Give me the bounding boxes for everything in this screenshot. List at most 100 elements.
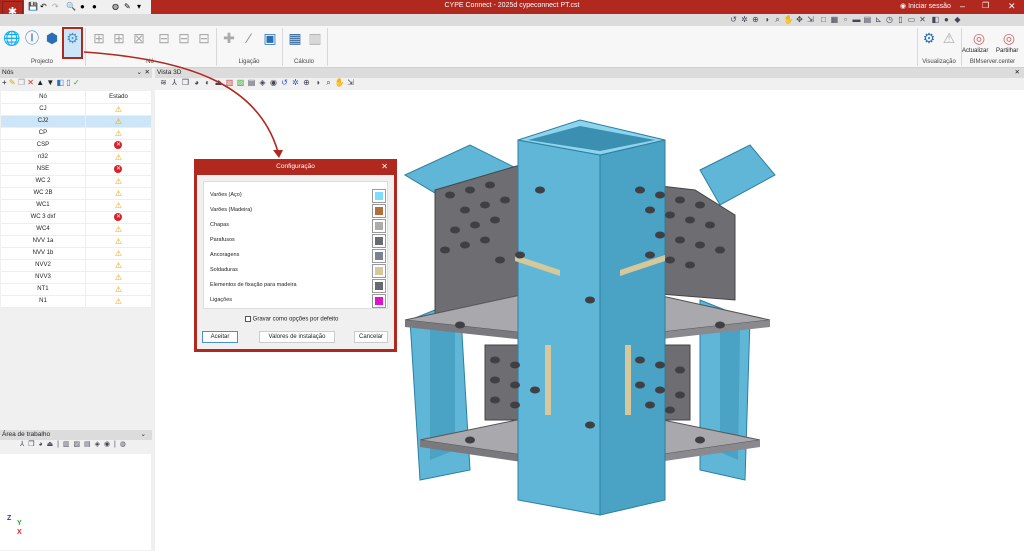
bolt [635, 381, 645, 389]
render-mode-icon[interactable]: ◕ [191, 78, 202, 87]
import-icon[interactable]: ◧ [57, 78, 65, 87]
zoom-icon[interactable]: ⌕ [323, 78, 334, 88]
plane-icon[interactable]: ▨ [235, 78, 246, 87]
installation-defaults-button[interactable]: Valores de instalação [259, 331, 335, 343]
table-row[interactable]: WC 3 dxf ✕ [1, 211, 153, 224]
box-icon[interactable]: ❒ [180, 78, 191, 87]
move-down-icon[interactable]: ▼ [46, 78, 54, 87]
color-swatch[interactable] [372, 204, 386, 218]
paint-icon[interactable]: ✎ [124, 2, 131, 11]
actualizar-button[interactable]: Actualizar [962, 48, 988, 54]
base-icon[interactable]: ⏏ [213, 78, 224, 87]
settings-gear-button[interactable]: ⚙ [62, 27, 83, 59]
color-swatch[interactable] [372, 219, 386, 233]
warnings-icon[interactable]: ⚠ [940, 29, 958, 47]
table-row[interactable]: n32 ⚠ [1, 151, 153, 164]
table-row[interactable]: CP ⚠ [1, 127, 153, 140]
minimize-button[interactable]: – [960, 1, 965, 11]
table-row[interactable]: CJ2 ⚠ [1, 115, 153, 128]
cube-icon[interactable]: ⬢ [43, 29, 61, 47]
update-bim-icon[interactable]: ◎ [970, 29, 988, 47]
color-swatch[interactable] [372, 279, 386, 293]
rotate-icon[interactable]: ↺ [279, 78, 290, 87]
node-tool-3-icon[interactable]: ⊟ [195, 29, 213, 47]
customize-icon[interactable]: ▾ [137, 2, 141, 11]
close-view-icon[interactable]: ✕ [1015, 68, 1020, 78]
delete-icon[interactable]: ✕ [27, 78, 34, 87]
connection-view-icon[interactable]: ▣ [261, 29, 279, 47]
save-defaults-checkbox[interactable]: Gravar como opções por defeito [245, 316, 338, 323]
table-row[interactable]: N1 ⚠ [1, 295, 153, 308]
table-row[interactable]: NT1 ⚠ [1, 283, 153, 296]
stack-icon[interactable]: ▤ [246, 78, 257, 87]
bolt [585, 296, 595, 304]
table-row[interactable]: NVV3 ⚠ [1, 271, 153, 284]
zoom-window-icon[interactable]: ⊕ [301, 78, 312, 87]
close-panel-icon[interactable]: ✕ [145, 68, 150, 78]
color-icon[interactable]: ◍ [112, 2, 119, 11]
calculator-icon[interactable]: ▦ [286, 29, 304, 47]
section-icon[interactable]: ▥ [224, 78, 235, 87]
share-bim-icon[interactable]: ◎ [1000, 29, 1018, 47]
zoom-icon[interactable]: 🔍 [66, 2, 76, 11]
work-area-toolbar[interactable]: ⅄ ❒ ◕ ⏏ | ▥ ▨ ▤ ◈ ◉ | ◍ [20, 440, 127, 448]
pencil-icon[interactable]: ✎ [9, 78, 16, 87]
globe-icon[interactable]: 🌐 [3, 29, 21, 47]
eye-icon[interactable]: ◉ [268, 78, 279, 87]
view-tools-icon[interactable]: ↺ ✲ ⊕ ◑ ⌕ ✋ ✥ ⇲ □ ▦ ▫ ▬ ▤ ⊾ ◷ ▯ ▭ ✕ ◧ ● ◆ [728, 15, 963, 25]
layers-icon[interactable]: ≋ [158, 78, 169, 87]
table-row[interactable]: CJ ⚠ [1, 103, 153, 116]
color-swatch[interactable] [372, 294, 386, 308]
table-row[interactable]: CSP ✕ [1, 139, 153, 152]
work-area-canvas[interactable]: Z Y X [0, 454, 151, 550]
axes-icon[interactable]: ⅄ [169, 78, 180, 87]
chevron-down-icon[interactable]: ⌄ [141, 430, 146, 440]
color-swatch[interactable] [372, 249, 386, 263]
delete-node-icon[interactable]: ⊠ [130, 29, 148, 47]
check-icon[interactable]: ✓ [73, 78, 80, 87]
render2-icon[interactable]: ● [92, 2, 97, 11]
redo-icon[interactable]: ↷ [52, 2, 59, 11]
render-icon[interactable]: ● [80, 2, 85, 11]
add-icon[interactable]: + [2, 78, 7, 87]
connection-icon[interactable]: ✚ [220, 29, 238, 47]
lights-icon[interactable]: ◐ [202, 78, 213, 87]
table-row[interactable]: WC1 ⚠ [1, 199, 153, 212]
undo-icon[interactable]: ↶ [40, 2, 47, 11]
table-row[interactable]: WC4 ⚠ [1, 223, 153, 236]
connection-delete-icon[interactable]: ⁄ [240, 29, 258, 47]
pan-icon[interactable]: ✋ [334, 78, 345, 87]
partilhar-button[interactable]: Partilhar [996, 48, 1018, 54]
cancel-button[interactable]: Cancelar [354, 331, 388, 343]
restore-button[interactable]: ❐ [982, 1, 989, 10]
accept-button[interactable]: Aceitar [202, 331, 238, 343]
table-row[interactable]: WC 2 ⚠ [1, 175, 153, 188]
zoom-all-icon[interactable]: ◑ [312, 78, 323, 87]
move-up-icon[interactable]: ▲ [36, 78, 44, 87]
color-swatch[interactable] [372, 189, 386, 203]
orbit-icon[interactable]: ✲ [290, 78, 301, 87]
close-window-button[interactable]: ✕ [1008, 1, 1016, 12]
color-swatch[interactable] [372, 234, 386, 248]
fit-icon[interactable]: ⇲ [345, 78, 356, 87]
table-row[interactable]: NVV 1b ⚠ [1, 247, 153, 260]
copy-icon[interactable]: ❐ [18, 78, 25, 87]
node-tool-1-icon[interactable]: ⊟ [155, 29, 173, 47]
login-link[interactable]: ◉ Iniciar sessão [900, 2, 951, 10]
visual-settings-icon[interactable]: ⚙ [920, 29, 938, 47]
document-icon[interactable]: ▯ [66, 78, 70, 87]
edit-node-icon[interactable]: ⊞ [110, 29, 128, 47]
calculation-report-icon[interactable]: ▥ [306, 29, 324, 47]
table-row[interactable]: NVV2 ⚠ [1, 259, 153, 272]
chevron-down-icon[interactable]: ⌄ [137, 68, 142, 78]
table-row[interactable]: WC 2B ⚠ [1, 187, 153, 200]
node-tool-2-icon[interactable]: ⊟ [175, 29, 193, 47]
color-swatch[interactable] [372, 264, 386, 278]
table-row[interactable]: NVV 1a ⚠ [1, 235, 153, 248]
table-row[interactable]: NSE ✕ [1, 163, 153, 176]
cube-color-icon[interactable]: ◈ [257, 78, 268, 87]
close-dialog-button[interactable]: ✕ [381, 159, 388, 175]
save-icon[interactable]: 💾 [28, 2, 38, 11]
profile-icon[interactable]: Ⓘ [23, 29, 41, 47]
add-node-icon[interactable]: ⊞ [90, 29, 108, 47]
